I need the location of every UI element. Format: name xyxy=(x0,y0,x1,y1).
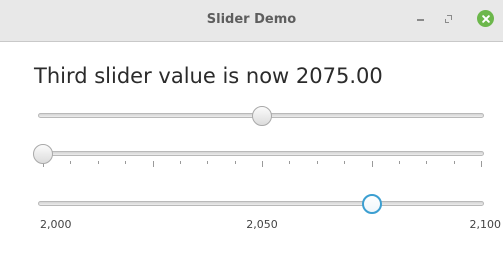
slider-third-tick-label-max: 2,100 xyxy=(469,218,502,231)
slider-second-thumb[interactable] xyxy=(33,144,53,164)
slider-second-minor-tick xyxy=(454,161,455,164)
minimize-icon[interactable] xyxy=(412,10,430,28)
restore-icon[interactable] xyxy=(441,10,459,28)
slider-second-minor-tick xyxy=(180,161,181,164)
slider-second-minor-tick xyxy=(426,161,427,164)
status-label: Third slider value is now 2075.00 xyxy=(34,64,383,88)
slider-third-track[interactable] xyxy=(38,201,484,206)
slider-second-minor-tick xyxy=(344,161,345,164)
slider-third-thumb[interactable] xyxy=(361,194,382,214)
title-bar: Slider Demo xyxy=(0,0,503,42)
slider-second-minor-tick xyxy=(289,161,290,164)
slider-second-major-tick xyxy=(153,161,154,167)
slider-second-major-tick xyxy=(372,161,373,167)
slider-first-thumb[interactable] xyxy=(252,106,272,126)
slider-third-tick-label-min: 2,000 xyxy=(40,218,72,231)
slider-second-minor-tick xyxy=(70,161,71,164)
slider-second-minor-tick xyxy=(235,161,236,164)
slider-second-minor-tick xyxy=(125,161,126,164)
slider-second-major-tick xyxy=(481,161,482,167)
slider-second-major-tick xyxy=(262,161,263,167)
slider-second-minor-tick xyxy=(399,161,400,164)
window-content: Third slider value is now 2075.00 2,000 … xyxy=(0,42,503,258)
slider-second-track[interactable] xyxy=(38,151,484,156)
slider-third-tick-label-mid: 2,050 xyxy=(246,218,278,231)
close-icon[interactable] xyxy=(477,10,494,27)
slider-second-minor-tick xyxy=(207,161,208,164)
slider-second-minor-tick xyxy=(317,161,318,164)
slider-second-minor-tick xyxy=(98,161,99,164)
